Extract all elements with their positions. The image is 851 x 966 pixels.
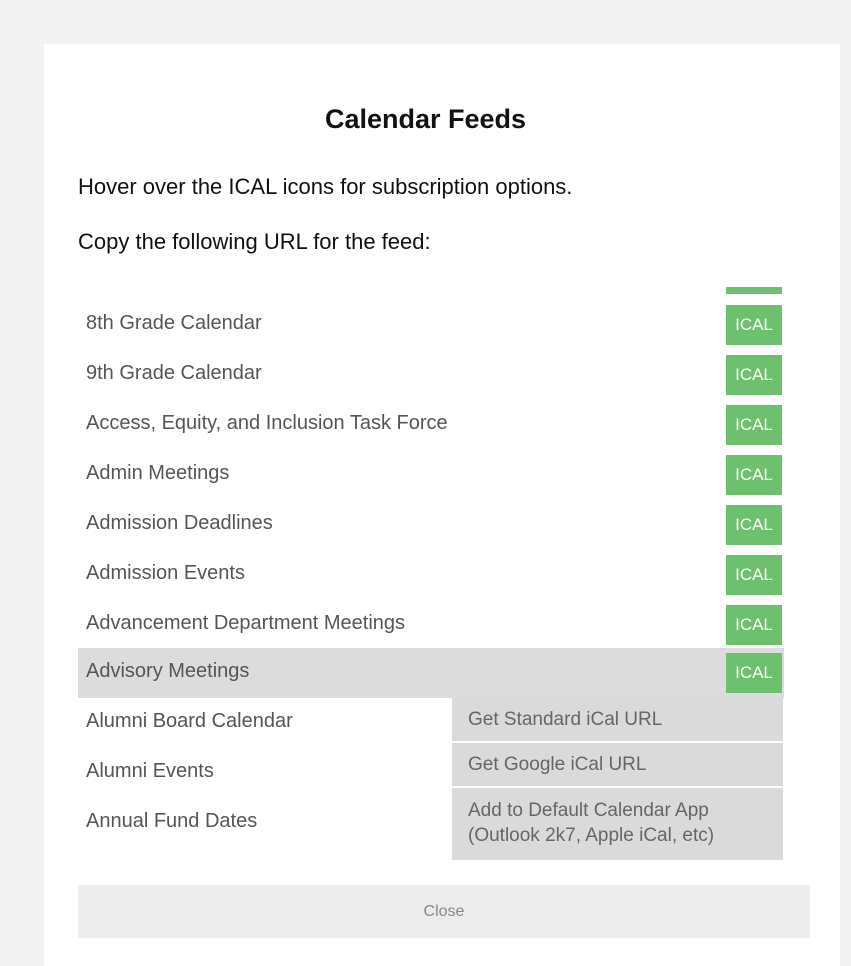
feed-label: Advisory Meetings	[86, 660, 250, 682]
copy-instruction: Copy the following URL for the feed:	[78, 229, 431, 254]
ical-button[interactable]: ICAL	[726, 555, 782, 595]
ical-button[interactable]: ICAL	[726, 455, 782, 495]
feed-row-admin-meetings: Admin Meetings ICAL	[78, 450, 784, 500]
get-google-ical-url[interactable]: Get Google iCal URL	[452, 743, 783, 786]
feed-label: Advancement Department Meetings	[86, 612, 406, 634]
ical-button[interactable]: ICAL	[726, 405, 782, 445]
feed-label: Alumni Events	[86, 760, 214, 782]
feed-label: Access, Equity, and Inclusion Task Force	[86, 412, 448, 434]
feed-row-admission-events: Admission Events ICAL	[78, 550, 784, 600]
get-standard-ical-url[interactable]: Get Standard iCal URL	[452, 698, 783, 741]
default-app-line1: Add to Default Calendar App	[468, 800, 709, 821]
ical-button[interactable]: ICAL	[726, 355, 782, 395]
hover-instruction: Hover over the ICAL icons for subscripti…	[78, 174, 573, 199]
ical-button[interactable]: ICAL	[726, 505, 782, 545]
feed-label: Admin Meetings	[86, 462, 230, 484]
feed-label: 9th Grade Calendar	[86, 362, 262, 384]
close-button[interactable]: Close	[78, 885, 810, 938]
feed-row-advancement: Advancement Department Meetings ICAL	[78, 600, 784, 650]
ical-button[interactable]: ICAL	[726, 653, 782, 693]
modal-title: Calendar Feeds	[324, 104, 527, 134]
feed-row-access-equity: Access, Equity, and Inclusion Task Force…	[78, 400, 784, 450]
feed-row-9th-grade: 9th Grade Calendar ICAL	[78, 350, 784, 400]
feed-label: Admission Deadlines	[86, 512, 273, 534]
feed-label: Alumni Board Calendar	[86, 710, 293, 732]
ical-button-partial[interactable]	[726, 287, 782, 294]
default-app-line2: (Outlook 2k7, Apple iCal, etc)	[468, 825, 715, 846]
feed-row-advisory-meetings[interactable]: Advisory Meetings ICAL	[78, 648, 784, 698]
feed-label: Annual Fund Dates	[86, 810, 258, 832]
feed-label: Admission Events	[86, 562, 245, 584]
ical-button[interactable]: ICAL	[726, 605, 782, 645]
ical-button[interactable]: ICAL	[726, 305, 782, 345]
feed-row-admission-deadlines: Admission Deadlines ICAL	[78, 500, 784, 550]
feed-label: 8th Grade Calendar	[86, 312, 262, 334]
feed-row-8th-grade: 8th Grade Calendar ICAL	[78, 300, 784, 350]
add-to-default-calendar-app[interactable]: Add to Default Calendar App (Outlook 2k7…	[452, 788, 783, 860]
